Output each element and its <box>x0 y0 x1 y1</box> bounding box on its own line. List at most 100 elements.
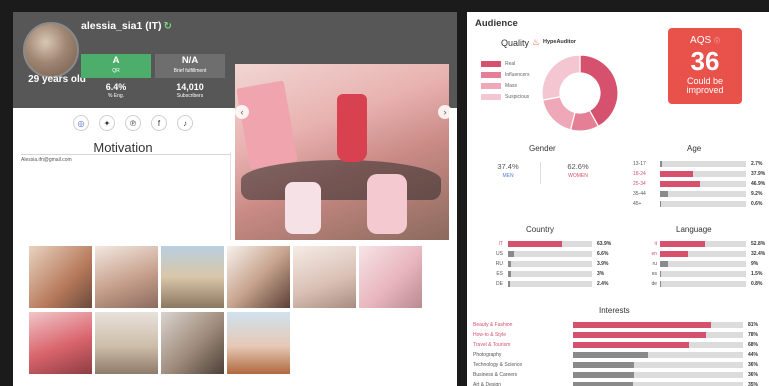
bar-label: Beauty & Fashion <box>473 322 513 328</box>
aqs-label-text: AQS <box>690 35 712 46</box>
bar-percent: 35% <box>748 382 759 386</box>
featured-post-image[interactable] <box>235 64 449 240</box>
bar-track <box>660 281 746 287</box>
bar-row: Art & Design 35% <box>473 381 765 386</box>
info-icon[interactable]: ⓘ <box>714 39 720 45</box>
bar-percent: 37.9% <box>751 171 766 177</box>
bar-fill <box>660 161 663 167</box>
post-thumbnail[interactable] <box>293 246 356 308</box>
aqs-label: AQS ⓘ <box>668 35 742 46</box>
bar-row: 18-24 37.9% <box>633 170 767 178</box>
post-thumbnail[interactable] <box>95 246 158 308</box>
post-thumbnail[interactable] <box>161 312 224 374</box>
bar-track <box>660 261 746 267</box>
bar-row: en 32.4% <box>633 250 767 258</box>
quality-legend: Real Influencers Mass Suspicious <box>481 58 529 102</box>
bar-track <box>573 352 743 358</box>
carousel-next-icon[interactable]: › <box>438 105 452 119</box>
bar-percent: 3% <box>597 271 605 277</box>
donut-slice-suspicious[interactable] <box>541 54 581 101</box>
aqs-status: Could be improved <box>686 76 724 95</box>
tiktok-icon[interactable]: ♪ <box>177 115 193 131</box>
bar-fill <box>508 241 562 247</box>
bar-track <box>660 161 746 167</box>
bar-track <box>573 322 743 328</box>
women-label: WOMEN <box>568 173 588 179</box>
carousel-prev-icon[interactable]: ‹ <box>235 105 249 119</box>
bar-percent: 63.9% <box>597 241 612 247</box>
legend-label: Influencers <box>505 71 530 78</box>
bar-percent: 81% <box>748 322 759 328</box>
bar-percent: 2.7% <box>751 161 763 167</box>
bar-percent: 0.8% <box>751 281 763 287</box>
post-thumbnail[interactable] <box>227 246 290 308</box>
bar-percent: 36% <box>748 372 759 378</box>
bar-label: 13-17 <box>633 161 646 167</box>
post-thumbnail[interactable] <box>95 312 158 374</box>
social-links: ◎ ✦ ℗ f ♪ <box>73 115 193 131</box>
bar-label: ru <box>652 261 657 267</box>
bar-fill <box>660 241 706 247</box>
bar-row: IT 63.9% <box>479 240 629 248</box>
bar-row: Beauty & Fashion 81% <box>473 321 765 329</box>
bar-fill <box>573 342 689 348</box>
bar-row: DE 2.4% <box>479 280 629 288</box>
legend-swatch <box>481 60 501 67</box>
gender-divider <box>540 162 541 184</box>
bar-label: How-to & Style <box>473 332 507 338</box>
bar-row: RU 3.9% <box>479 260 629 268</box>
bar-row: Technology & Science 36% <box>473 361 765 369</box>
bar-row: 25-34 46.9% <box>633 180 767 188</box>
bar-fill <box>508 251 514 257</box>
quality-rating-box: A QR <box>81 54 151 78</box>
bar-track <box>573 372 743 378</box>
audience-panel: Audience Quality ♨ HypeAuditor Real Influ… <box>467 12 769 386</box>
avatar[interactable] <box>23 22 79 78</box>
post-thumbnail[interactable] <box>161 246 224 308</box>
bar-percent: 0.6% <box>751 201 763 207</box>
bar-label: DE <box>496 281 503 287</box>
post-thumbnail-grid <box>29 246 425 376</box>
legend-item: Suspicious <box>481 91 529 102</box>
post-thumbnail[interactable] <box>29 246 92 308</box>
bar-label: ES <box>496 271 503 277</box>
bar-row: 13-17 2.7% <box>633 160 767 168</box>
bar-row: es 1.5% <box>633 270 767 278</box>
instagram-icon[interactable]: ◎ <box>73 115 89 131</box>
pinterest-icon[interactable]: ℗ <box>125 115 141 131</box>
bar-label: Art & Design <box>473 382 502 386</box>
username[interactable]: alessia_sia1 (IT) ↻ <box>81 20 172 32</box>
bar-fill <box>573 352 648 358</box>
bar-label: IT <box>498 241 503 247</box>
bar-percent: 44% <box>748 352 759 358</box>
post-thumbnail[interactable] <box>227 312 290 374</box>
legend-swatch <box>481 71 501 78</box>
bar-percent: 68% <box>748 342 759 348</box>
bar-fill <box>573 332 706 338</box>
bar-track <box>508 251 592 257</box>
contact-email[interactable]: Alessia.ifn@gmail.com <box>21 157 72 163</box>
legend-swatch <box>481 93 501 100</box>
photo-red-bottle <box>337 94 367 162</box>
bar-fill <box>573 372 635 378</box>
bar-fill <box>508 281 511 287</box>
donut-slice-mass[interactable] <box>541 96 576 131</box>
bar-track <box>660 171 746 177</box>
facebook-icon[interactable]: f <box>151 115 167 131</box>
country-title: Country <box>526 225 555 234</box>
twitter-icon[interactable]: ✦ <box>99 115 115 131</box>
quality-donut-chart <box>541 54 619 132</box>
hypeauditor-logo-icon: ♨ <box>532 37 541 47</box>
bar-label: Technology & Science <box>473 362 523 368</box>
post-thumbnail[interactable] <box>359 246 422 308</box>
subscribers-value: 14,010 <box>176 82 204 92</box>
refresh-icon[interactable]: ↻ <box>164 21 172 32</box>
engagement-value: 6.4% <box>105 82 127 92</box>
bar-row: US 6.6% <box>479 250 629 258</box>
bar-track <box>660 181 746 187</box>
post-thumbnail[interactable] <box>29 312 92 374</box>
bar-percent: 6.6% <box>597 251 609 257</box>
bar-percent: 9% <box>751 261 759 267</box>
bar-row: 35-44 9.2% <box>633 190 767 198</box>
bar-track <box>660 191 746 197</box>
